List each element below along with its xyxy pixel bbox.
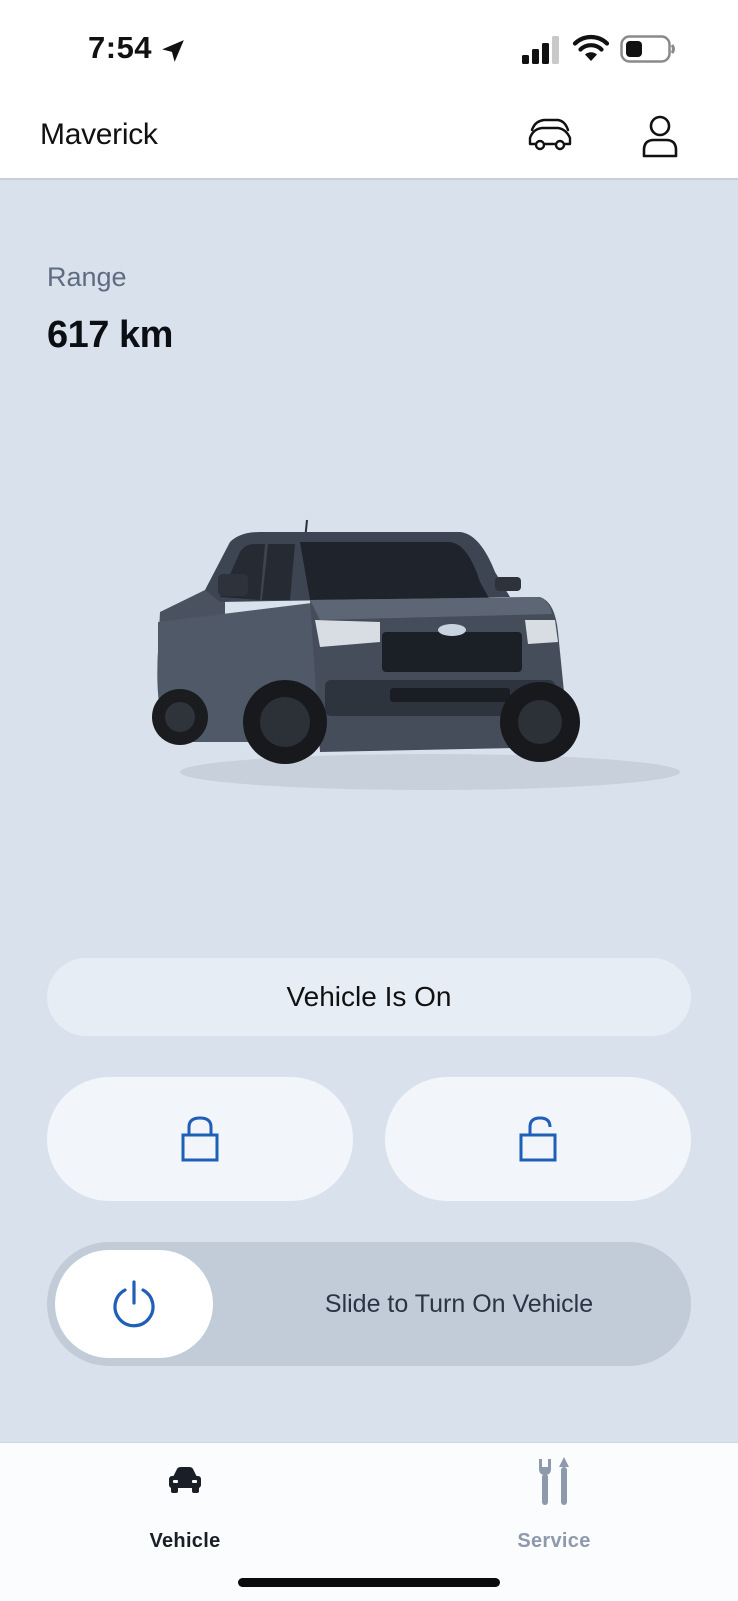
home-indicator[interactable]	[238, 1578, 500, 1587]
range-label: Range	[47, 262, 127, 292]
vehicle-image	[152, 519, 680, 790]
cellular-signal-icon	[522, 36, 559, 64]
slider-label: Slide to Turn On Vehicle	[324, 1289, 594, 1318]
profile-icon[interactable]	[640, 114, 680, 158]
status-time: 7:54	[88, 30, 153, 65]
lock-button[interactable]	[47, 1077, 353, 1201]
battery-icon	[620, 35, 675, 63]
unlock-icon	[519, 1116, 557, 1162]
tab-vehicle-label: Vehicle	[149, 1530, 221, 1552]
lock-icon	[181, 1116, 219, 1162]
vehicle-status-indicator: Vehicle Is On	[47, 958, 691, 1036]
vehicle-status-text: Vehicle Is On	[286, 981, 452, 1012]
tab-service[interactable]: Service	[498, 1457, 610, 1553]
slider-handle[interactable]	[55, 1250, 213, 1358]
power-icon	[113, 1280, 155, 1328]
tab-vehicle[interactable]: Vehicle	[130, 1463, 240, 1553]
unlock-button[interactable]	[385, 1077, 691, 1201]
bottom-navigation: Vehicle Service	[0, 1442, 738, 1601]
location-arrow-icon	[162, 40, 184, 62]
status-bar: 7:54	[0, 0, 738, 96]
car-icon	[169, 1467, 201, 1493]
start-vehicle-slider[interactable]: Slide to Turn On Vehicle	[47, 1242, 691, 1366]
wifi-icon	[572, 35, 610, 61]
page-title: Maverick	[40, 118, 158, 151]
main-content: Range 617 km Vehicle Is On Slide to Turn…	[0, 180, 738, 1442]
tab-service-label: Service	[517, 1530, 591, 1552]
range-value: 617 km	[47, 314, 173, 356]
app-header: Maverick	[0, 96, 738, 180]
vehicles-icon[interactable]	[526, 112, 574, 160]
tools-icon	[539, 1457, 569, 1505]
